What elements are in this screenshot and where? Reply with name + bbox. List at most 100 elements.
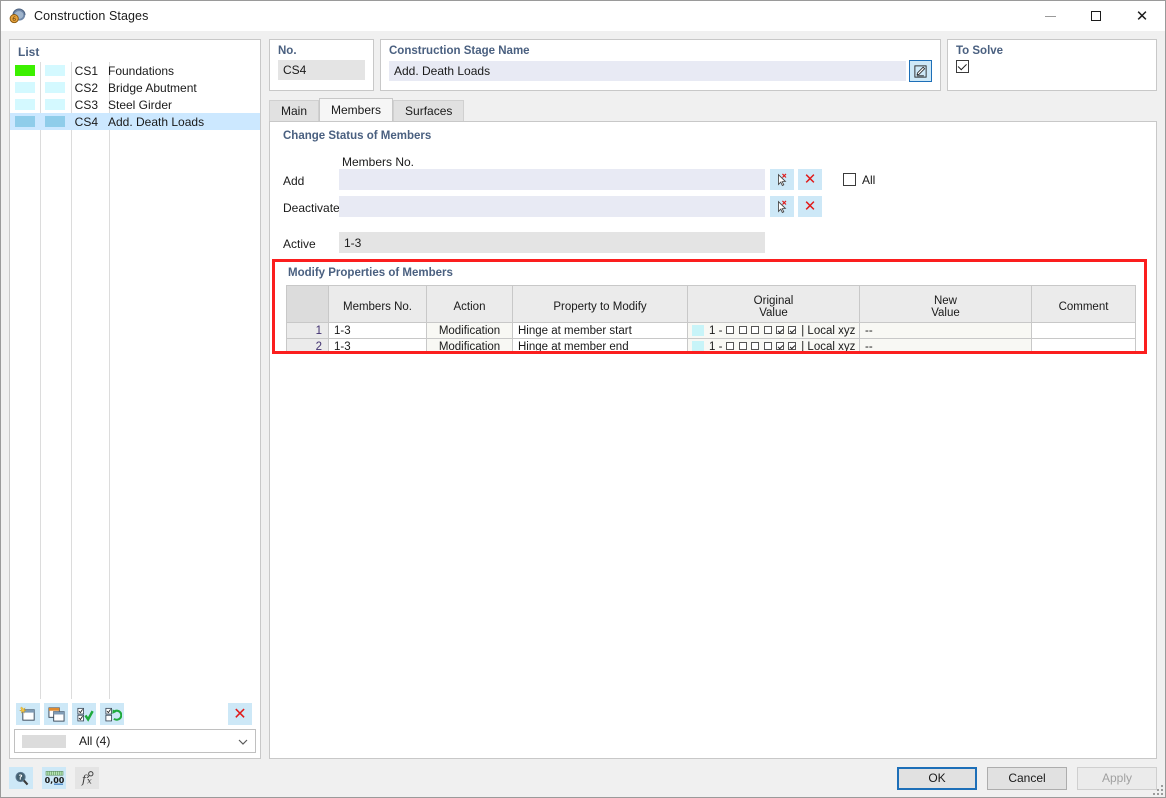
apply-button[interactable]: Apply [1077, 766, 1157, 790]
formula-icon[interactable]: f x [75, 767, 99, 789]
svg-text:x: x [87, 776, 92, 786]
list-item-no: CS2 [74, 80, 98, 95]
modify-properties-highlight: Modify Properties of Members Members No.… [272, 259, 1147, 354]
top-fields: No. CS4 Construction Stage Name Add. Dea… [269, 39, 1157, 91]
cell-action[interactable]: Modification [426, 338, 513, 351]
delete-icon[interactable]: ✕ [228, 703, 252, 725]
col-comment-header[interactable]: Comment [1031, 292, 1136, 323]
cancel-button[interactable]: Cancel [987, 766, 1067, 790]
select-all-icon[interactable] [72, 703, 96, 725]
stage-color-swatch-b [40, 79, 70, 96]
close-icon: ✕ [1135, 6, 1149, 25]
col-new-value-header[interactable]: New Value [859, 292, 1032, 323]
tab-surfaces[interactable]: Surfaces [393, 100, 465, 121]
minimize-icon [1044, 15, 1056, 17]
cell-members-no[interactable]: 1-3 [328, 338, 427, 351]
pick-members-icon[interactable] [770, 169, 794, 190]
list-item[interactable]: CS3 Steel Girder [10, 96, 260, 113]
cell-comment[interactable] [1031, 322, 1136, 339]
col-original-value-header[interactable]: Original Value [687, 292, 860, 323]
clear-x-icon[interactable]: ✕ [798, 169, 822, 190]
dof-checkbox-phix [763, 326, 772, 335]
maximize-button[interactable] [1073, 1, 1119, 31]
cell-new-value[interactable]: -- [859, 338, 1032, 351]
list-item-selected[interactable]: CS4 Add. Death Loads [10, 113, 260, 130]
cell-members-no[interactable]: 1-3 [328, 322, 427, 339]
list-column-divider [40, 62, 41, 699]
table-row[interactable]: 2 1-3 Modification Hinge at member end 1… [286, 338, 1136, 353]
col-property-header[interactable]: Property to Modify [512, 292, 688, 323]
dof-checkbox-phix [763, 342, 772, 351]
hinge-dof-group-rotations [763, 341, 797, 352]
ok-button[interactable]: OK [897, 766, 977, 790]
stage-color-swatch-b [40, 113, 70, 130]
table-header-row: Members No. Action Property to Modify Or… [286, 292, 1136, 323]
deactivate-members-input[interactable] [339, 196, 765, 217]
minimize-button[interactable] [1027, 1, 1073, 31]
cell-property-to-modify[interactable]: Hinge at member end [512, 338, 688, 351]
cell-property-to-modify[interactable]: Hinge at member start [512, 322, 688, 339]
stage-list[interactable]: CS1 Foundations CS2 Bridge Abutment CS3 … [10, 62, 260, 699]
maximize-icon [1091, 11, 1101, 21]
modify-properties-table[interactable]: Members No. Action Property to Modify Or… [286, 285, 1136, 353]
cell-original-value[interactable]: 1 - | Local xyz [687, 338, 860, 353]
col-new-value-line1: New [933, 295, 957, 308]
to-solve-label: To Solve [956, 45, 1004, 57]
stage-filter-dropdown[interactable]: All (4) [14, 729, 256, 753]
construction-stages-dialog: 6 Construction Stages ✕ List CS1 Foundat… [0, 0, 1166, 798]
new-stage-icon[interactable] [16, 703, 40, 725]
clear-x-icon[interactable]: ✕ [798, 196, 822, 217]
hinge-dof-group-translations [726, 341, 759, 352]
stage-no-label: No. [278, 45, 297, 57]
cell-original-value[interactable]: 1 - | Local xyz [687, 322, 860, 339]
help-icon[interactable]: ? [9, 767, 33, 789]
resize-grip[interactable] [1153, 785, 1163, 795]
invert-selection-icon[interactable] [100, 703, 124, 725]
tab-members-label: Members [331, 103, 382, 117]
list-item[interactable]: CS2 Bridge Abutment [10, 79, 260, 96]
col-action-header[interactable]: Action [426, 292, 513, 323]
all-members-checkbox[interactable] [843, 173, 856, 186]
title-bar: 6 Construction Stages ✕ [1, 1, 1165, 31]
list-item-no: CS1 [74, 63, 98, 78]
original-value-prefix: 1 - [709, 324, 723, 337]
dof-checkbox-uy [738, 326, 747, 335]
col-rowno-header [286, 292, 329, 323]
tab-strip: Main Members Surfaces [269, 98, 1157, 121]
list-item[interactable]: CS1 Foundations [10, 62, 260, 79]
hinge-color-swatch [692, 325, 704, 336]
col-members-header[interactable]: Members No. [328, 292, 427, 323]
cell-new-value[interactable]: -- [859, 322, 1032, 339]
to-solve-checkbox[interactable] [956, 60, 969, 73]
list-item-label: Bridge Abutment [108, 80, 197, 95]
add-members-input[interactable] [339, 169, 765, 190]
tab-main[interactable]: Main [269, 100, 320, 121]
edit-pencil-icon[interactable] [909, 60, 932, 82]
members-tab-content: Change Status of Members Members No. Add… [269, 121, 1157, 759]
dof-checkbox-ux [726, 342, 735, 351]
cell-action[interactable]: Modification [426, 322, 513, 339]
decimal-places-icon[interactable]: 0,00 [42, 767, 66, 789]
cell-comment[interactable] [1031, 338, 1136, 351]
dof-checkbox-ux [726, 326, 735, 335]
tab-members[interactable]: Members [319, 98, 394, 121]
to-solve-group: To Solve [947, 39, 1157, 91]
dof-checkbox-uz [750, 326, 759, 335]
svg-text:?: ? [18, 772, 22, 781]
stage-no-group: No. CS4 [269, 39, 374, 91]
active-row-label: Active [283, 237, 316, 251]
list-column-divider [71, 62, 72, 699]
close-button[interactable]: ✕ [1119, 1, 1165, 31]
col-original-value-line2: Value [759, 307, 788, 320]
pick-members-icon[interactable] [770, 196, 794, 217]
table-row[interactable]: 1 1-3 Modification Hinge at member start… [286, 322, 1136, 339]
dof-checkbox-uz [750, 342, 759, 351]
col-new-value-line2: Value [931, 307, 960, 320]
stage-name-input[interactable]: Add. Death Loads [389, 61, 906, 81]
list-item-label: Foundations [108, 63, 175, 78]
filter-value: All (4) [79, 734, 111, 748]
original-value-suffix: | Local xyz [801, 340, 856, 353]
tab-surfaces-label: Surfaces [405, 104, 453, 118]
copy-stage-icon[interactable] [44, 703, 68, 725]
list-item-no: CS4 [74, 114, 98, 129]
